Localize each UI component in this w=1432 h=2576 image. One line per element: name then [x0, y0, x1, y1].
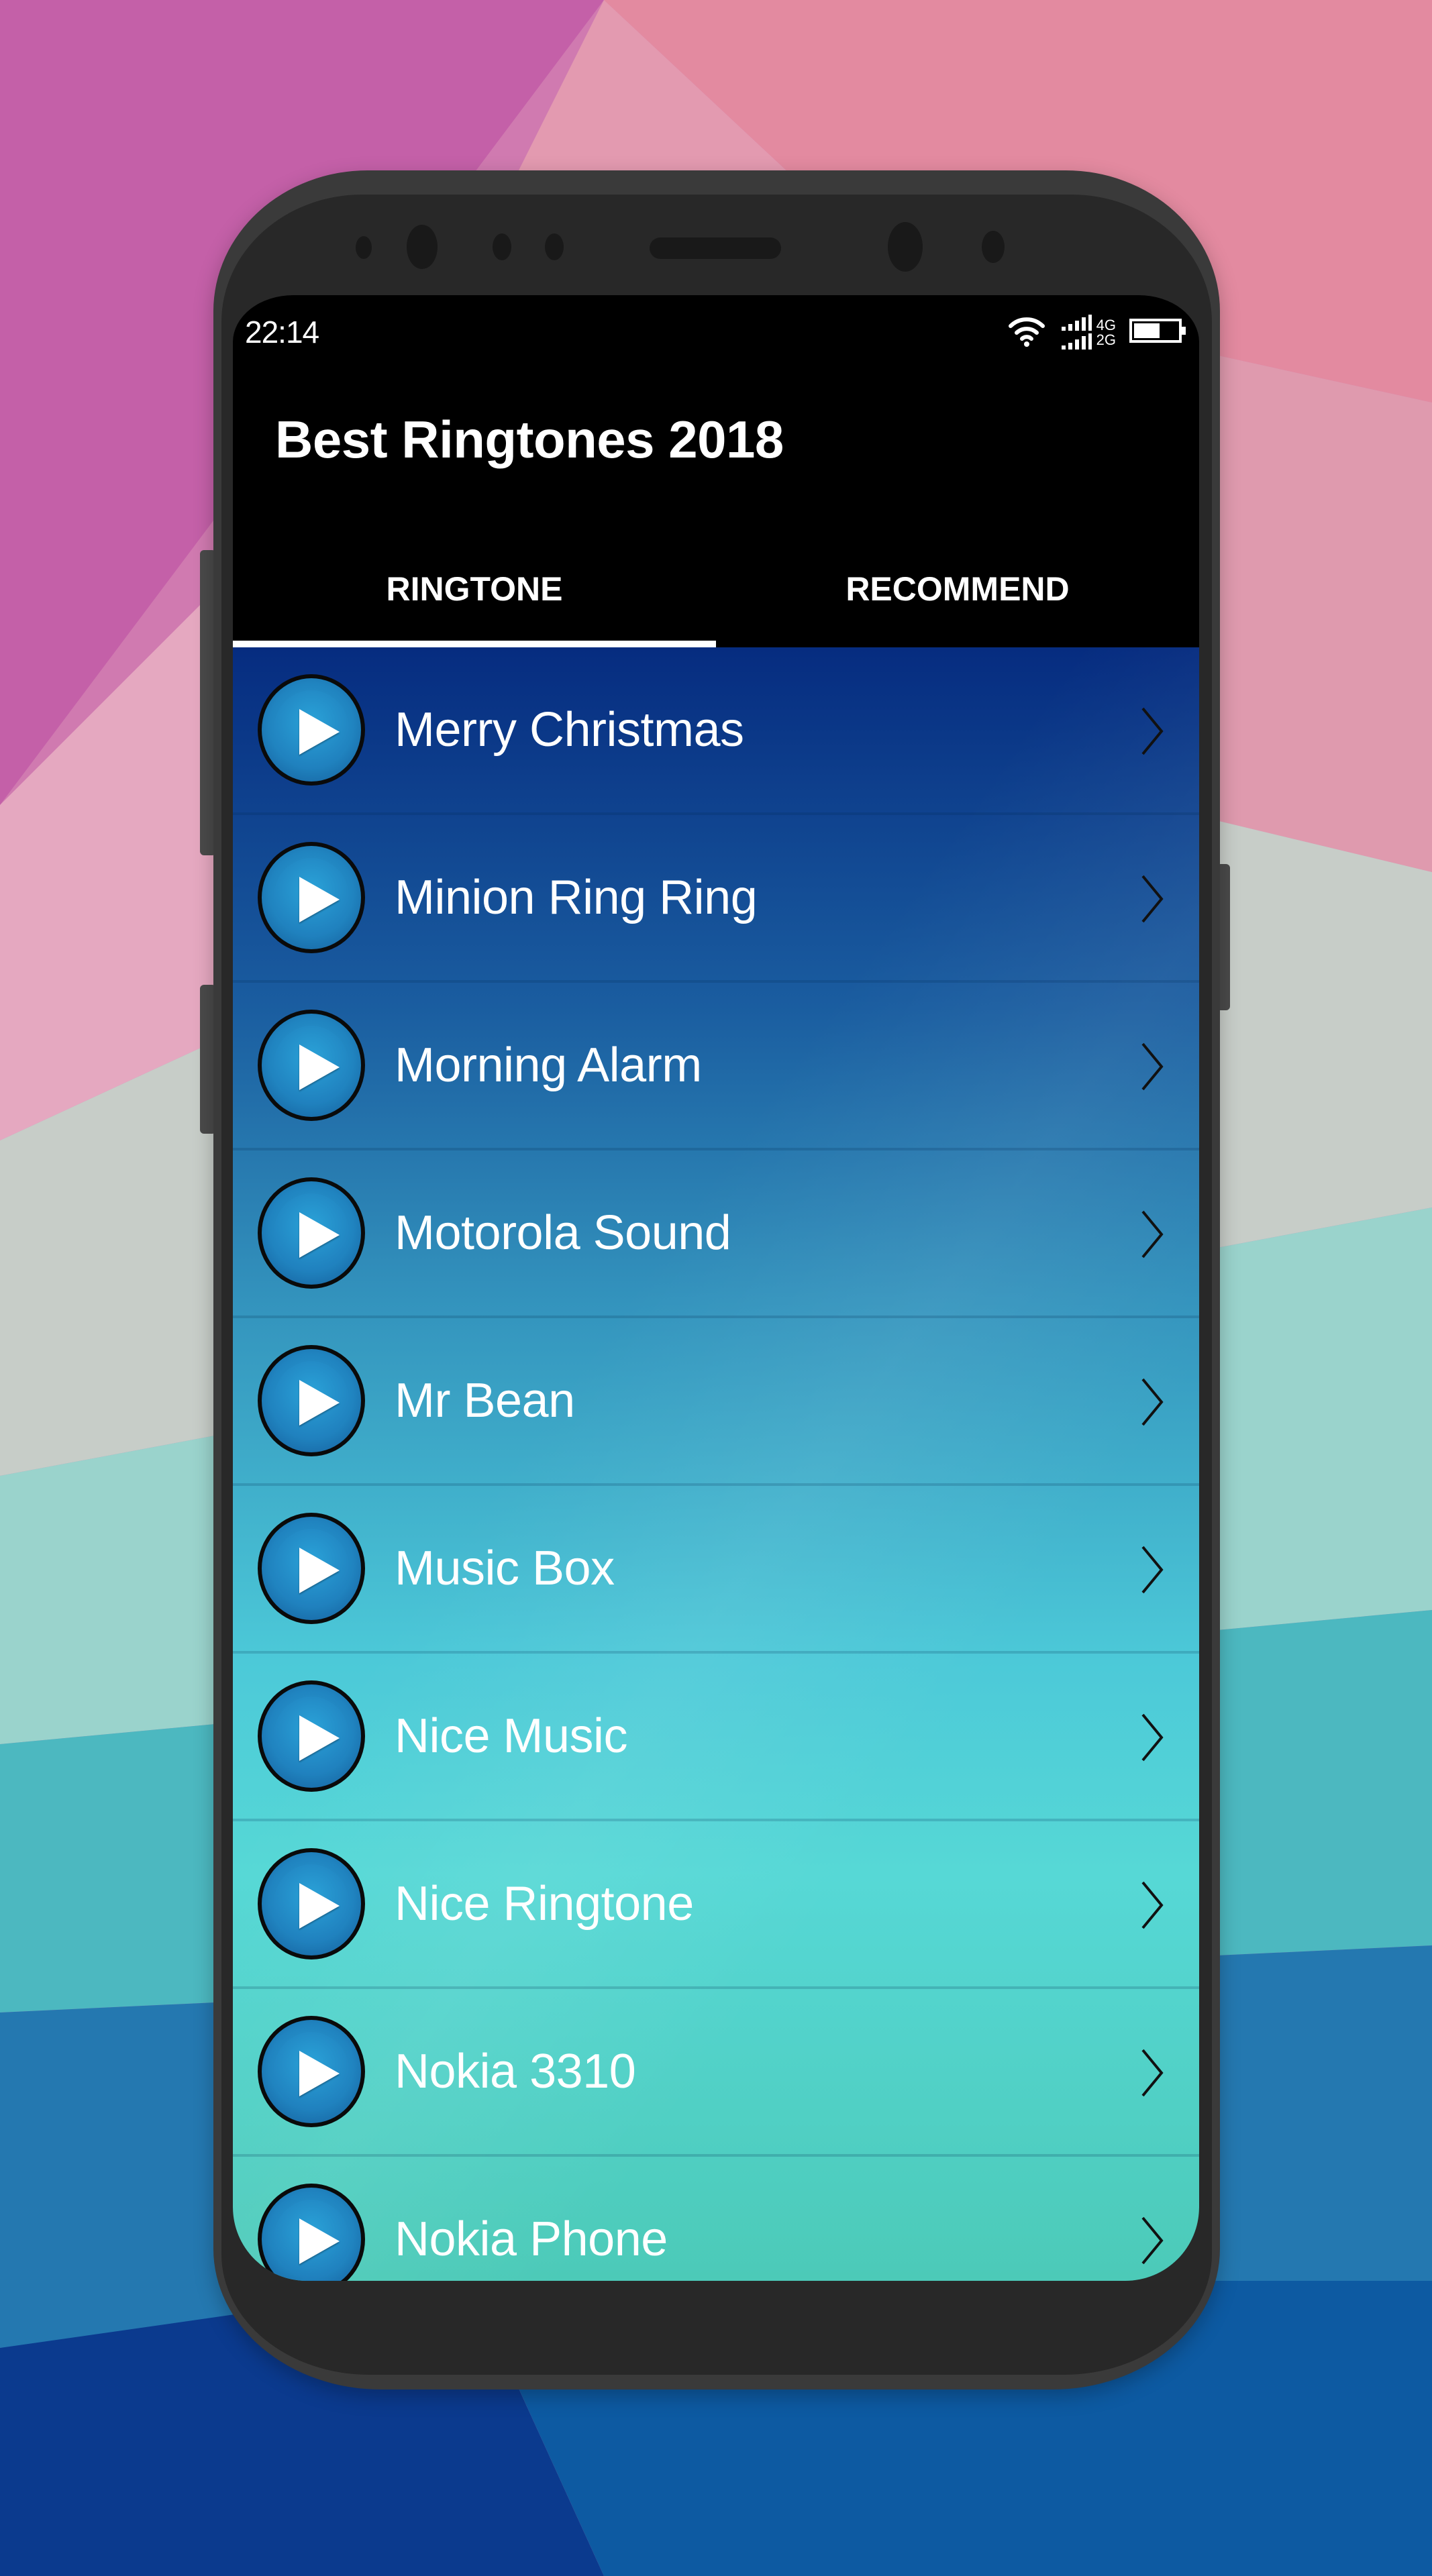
ringtone-row[interactable]: Music Box	[233, 1486, 1199, 1654]
sensor-dot-icon	[493, 233, 511, 260]
play-icon	[299, 2218, 340, 2264]
earpiece-speaker	[650, 237, 781, 259]
play-button[interactable]	[258, 1513, 365, 1624]
tab-recommend-label: RECOMMEND	[846, 570, 1070, 608]
chevron-right-icon[interactable]	[1139, 1711, 1166, 1764]
ringtone-row[interactable]: Nokia Phone	[233, 2157, 1199, 2281]
network-4g-label: 4G	[1096, 316, 1116, 333]
status-icons: 4G 2G	[1007, 314, 1187, 351]
ringtone-title: Minion Ring Ring	[395, 871, 758, 924]
chevron-right-icon[interactable]	[1139, 2046, 1166, 2100]
ringtone-row[interactable]: Morning Alarm	[233, 983, 1199, 1150]
ringtone-row[interactable]: Nokia 3310	[233, 1989, 1199, 2157]
tab-bar: RINGTONE RECOMMEND	[233, 530, 1199, 647]
play-button[interactable]	[258, 1010, 365, 1121]
play-button[interactable]	[258, 842, 365, 953]
ringtone-row[interactable]: Mr Bean	[233, 1318, 1199, 1486]
proximity-sensor-icon	[356, 236, 372, 259]
ringtone-row[interactable]: Nice Music	[233, 1654, 1199, 1821]
app-title: Best Ringtones 2018	[275, 410, 784, 469]
ringtone-list[interactable]: Merry Christmas Minion Ring Ring Morning…	[233, 647, 1199, 2281]
status-bar: 22:14 4G 2G	[233, 295, 1199, 366]
ringtone-row[interactable]: Minion Ring Ring	[233, 815, 1199, 983]
play-icon	[299, 877, 340, 922]
play-button[interactable]	[258, 2184, 365, 2281]
secondary-camera-icon	[888, 222, 923, 272]
sensor-dot-icon-2	[545, 233, 564, 260]
ringtone-title: Nice Ringtone	[395, 1877, 694, 1931]
chevron-right-icon[interactable]	[1139, 1040, 1166, 1093]
play-icon	[299, 1380, 340, 1426]
ringtone-title: Nokia 3310	[395, 2045, 636, 2098]
ringtone-title: Mr Bean	[395, 1374, 575, 1428]
ringtone-title: Merry Christmas	[395, 703, 744, 757]
play-button[interactable]	[258, 674, 365, 786]
ringtone-title: Nokia Phone	[395, 2212, 668, 2266]
chevron-right-icon[interactable]	[1139, 1208, 1166, 1261]
ringtone-title: Motorola Sound	[395, 1206, 731, 1260]
chevron-right-icon[interactable]	[1139, 2214, 1166, 2267]
play-button[interactable]	[258, 1680, 365, 1792]
ringtone-title: Music Box	[395, 1542, 615, 1595]
signal-icon: 4G 2G	[1060, 314, 1116, 351]
play-icon	[299, 1883, 340, 1929]
front-camera-icon	[407, 225, 438, 269]
play-icon	[299, 1044, 340, 1090]
battery-icon	[1129, 317, 1187, 347]
play-button[interactable]	[258, 1848, 365, 1960]
ringtone-title: Morning Alarm	[395, 1038, 702, 1092]
play-icon	[299, 1212, 340, 1258]
play-icon	[299, 2051, 340, 2096]
tab-recommend[interactable]: RECOMMEND	[716, 530, 1199, 647]
tab-ringtone-label: RINGTONE	[386, 570, 563, 608]
chevron-right-icon[interactable]	[1139, 704, 1166, 758]
ringtone-title: Nice Music	[395, 1709, 628, 1763]
play-icon	[299, 1548, 340, 1593]
network-2g-label: 2G	[1096, 331, 1116, 348]
phone-screen: 22:14 4G 2G Best Ringtones 2018 RINGTONE…	[233, 295, 1199, 2281]
chevron-right-icon[interactable]	[1139, 1878, 1166, 1932]
active-tab-indicator	[233, 641, 716, 647]
ringtone-row[interactable]: Nice Ringtone	[233, 1821, 1199, 1989]
ringtone-row[interactable]: Merry Christmas	[233, 647, 1199, 815]
play-button[interactable]	[258, 2016, 365, 2127]
play-icon	[299, 1715, 340, 1761]
play-icon	[299, 709, 340, 755]
play-button[interactable]	[258, 1345, 365, 1456]
wifi-icon	[1007, 314, 1047, 351]
ringtone-row[interactable]: Motorola Sound	[233, 1150, 1199, 1318]
flash-sensor-icon	[982, 231, 1005, 263]
play-button[interactable]	[258, 1177, 365, 1289]
chevron-right-icon[interactable]	[1139, 1375, 1166, 1429]
chevron-right-icon[interactable]	[1139, 872, 1166, 926]
tab-ringtone[interactable]: RINGTONE	[233, 530, 716, 647]
chevron-right-icon[interactable]	[1139, 1543, 1166, 1597]
status-time: 22:14	[245, 315, 319, 350]
